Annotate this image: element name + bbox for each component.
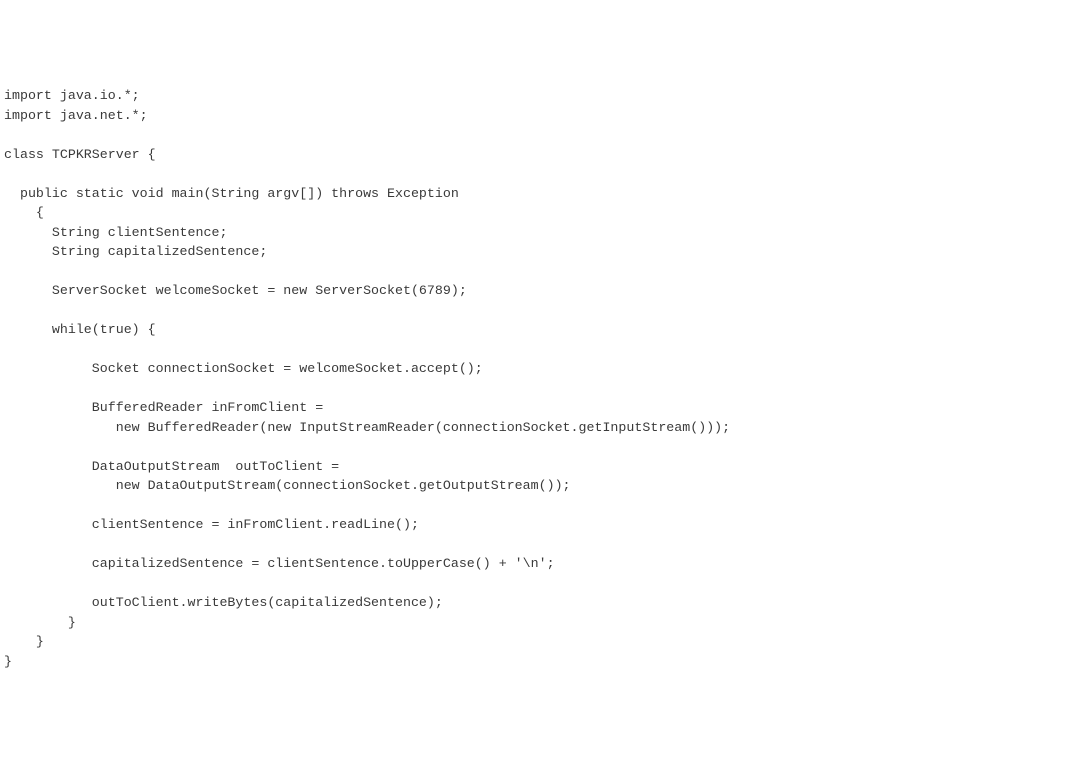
code-line: } [4,615,76,630]
code-line: ServerSocket welcomeSocket = new ServerS… [4,283,467,298]
code-line: clientSentence = inFromClient.readLine()… [4,517,419,532]
code-line: } [4,634,44,649]
code-line: BufferedReader inFromClient = [4,400,323,415]
code-line: import java.net.*; [4,108,148,123]
code-line: capitalizedSentence = clientSentence.toU… [4,556,555,571]
code-line: class TCPKRServer { [4,147,156,162]
code-line: } [4,654,12,669]
code-block: import java.io.*; import java.net.*; cla… [4,86,1080,671]
code-line: new BufferedReader(new InputStreamReader… [4,420,730,435]
code-line: Socket connectionSocket = welcomeSocket.… [4,361,483,376]
code-line: String clientSentence; [4,225,227,240]
code-line: public static void main(String argv[]) t… [4,186,459,201]
code-line: DataOutputStream outToClient = [4,459,339,474]
code-line: while(true) { [4,322,156,337]
code-line: String capitalizedSentence; [4,244,267,259]
code-line: import java.io.*; [4,88,140,103]
code-line: outToClient.writeBytes(capitalizedSenten… [4,595,443,610]
code-line: { [4,205,44,220]
code-line: new DataOutputStream(connectionSocket.ge… [4,478,571,493]
